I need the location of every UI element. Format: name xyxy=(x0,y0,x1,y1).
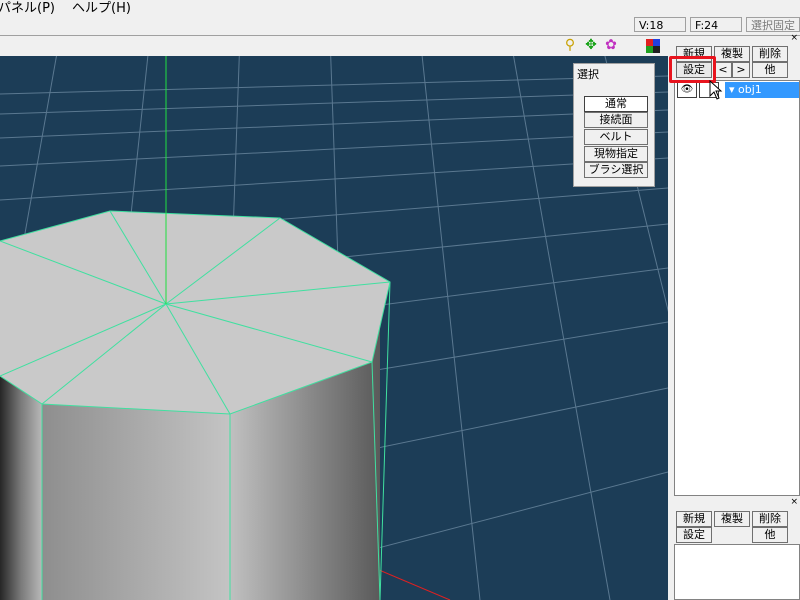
menu-panel[interactable]: パネル(P) xyxy=(0,0,55,16)
selection-mode-panel: 選択 通常 接続面 ベルト 現物指定 ブラシ選択 xyxy=(573,63,655,187)
select-normal-button[interactable]: 通常 xyxy=(584,96,648,112)
vertex-count: V:18 xyxy=(634,17,686,32)
select-belt-button[interactable]: ベルト xyxy=(584,129,648,145)
prev-object-button[interactable]: < xyxy=(714,62,732,78)
object-panel-bar: × xyxy=(670,34,800,44)
rotate-icon[interactable]: ✿ xyxy=(603,37,619,53)
face-count: F:24 xyxy=(690,17,742,32)
eye-icon[interactable]: 👁 xyxy=(677,82,697,98)
chevron-down-icon[interactable]: ▾ xyxy=(729,83,735,96)
menu-bar: パネル(P) ヘルプ(H) xyxy=(0,0,800,16)
status-bar: V:18 F:24 選択固定 xyxy=(0,15,800,36)
close-icon[interactable]: × xyxy=(790,498,798,507)
object-name: obj1 xyxy=(738,83,762,96)
select-connected-button[interactable]: 接続面 xyxy=(584,112,648,128)
mouse-cursor-icon xyxy=(709,80,723,100)
object-list[interactable]: 👁 ▾ obj1 xyxy=(674,80,800,496)
list-item[interactable]: ▾ obj1 xyxy=(725,82,799,98)
color-icon[interactable] xyxy=(646,39,660,53)
side-panel: × 新規 複製 削除 設定 < > 他 👁 ▾ obj1 × 新規 複製 削除 … xyxy=(670,34,800,600)
x-axis-line xyxy=(371,566,451,600)
close-icon[interactable]: × xyxy=(790,34,798,43)
menu-help[interactable]: ヘルプ(H) xyxy=(72,0,131,16)
select-brush-button[interactable]: ブラシ選択 xyxy=(584,162,648,178)
next-object-button[interactable]: > xyxy=(732,62,750,78)
delete-object-button[interactable]: 削除 xyxy=(752,46,788,62)
copy-object-button[interactable]: 複製 xyxy=(714,46,750,62)
move-icon[interactable]: ✥ xyxy=(583,37,599,53)
panel-title: 選択 xyxy=(577,68,599,81)
delete-material-button[interactable]: 削除 xyxy=(752,511,788,527)
material-settings-button[interactable]: 設定 xyxy=(676,527,712,543)
material-panel-bar: × xyxy=(670,498,800,508)
select-direct-button[interactable]: 現物指定 xyxy=(584,146,648,162)
object-other-button[interactable]: 他 xyxy=(752,62,788,78)
material-other-button[interactable]: 他 xyxy=(752,527,788,543)
3d-viewport[interactable] xyxy=(0,36,668,600)
highlight-box xyxy=(669,56,716,83)
octagonal-prism xyxy=(0,210,391,600)
zoom-icon[interactable]: ⚲ xyxy=(562,37,578,53)
new-material-button[interactable]: 新規 xyxy=(676,511,712,527)
viewport-scene xyxy=(0,36,668,600)
copy-material-button[interactable]: 複製 xyxy=(714,511,750,527)
selection-lock-toggle[interactable]: 選択固定 xyxy=(746,17,800,32)
material-list[interactable] xyxy=(674,544,800,600)
